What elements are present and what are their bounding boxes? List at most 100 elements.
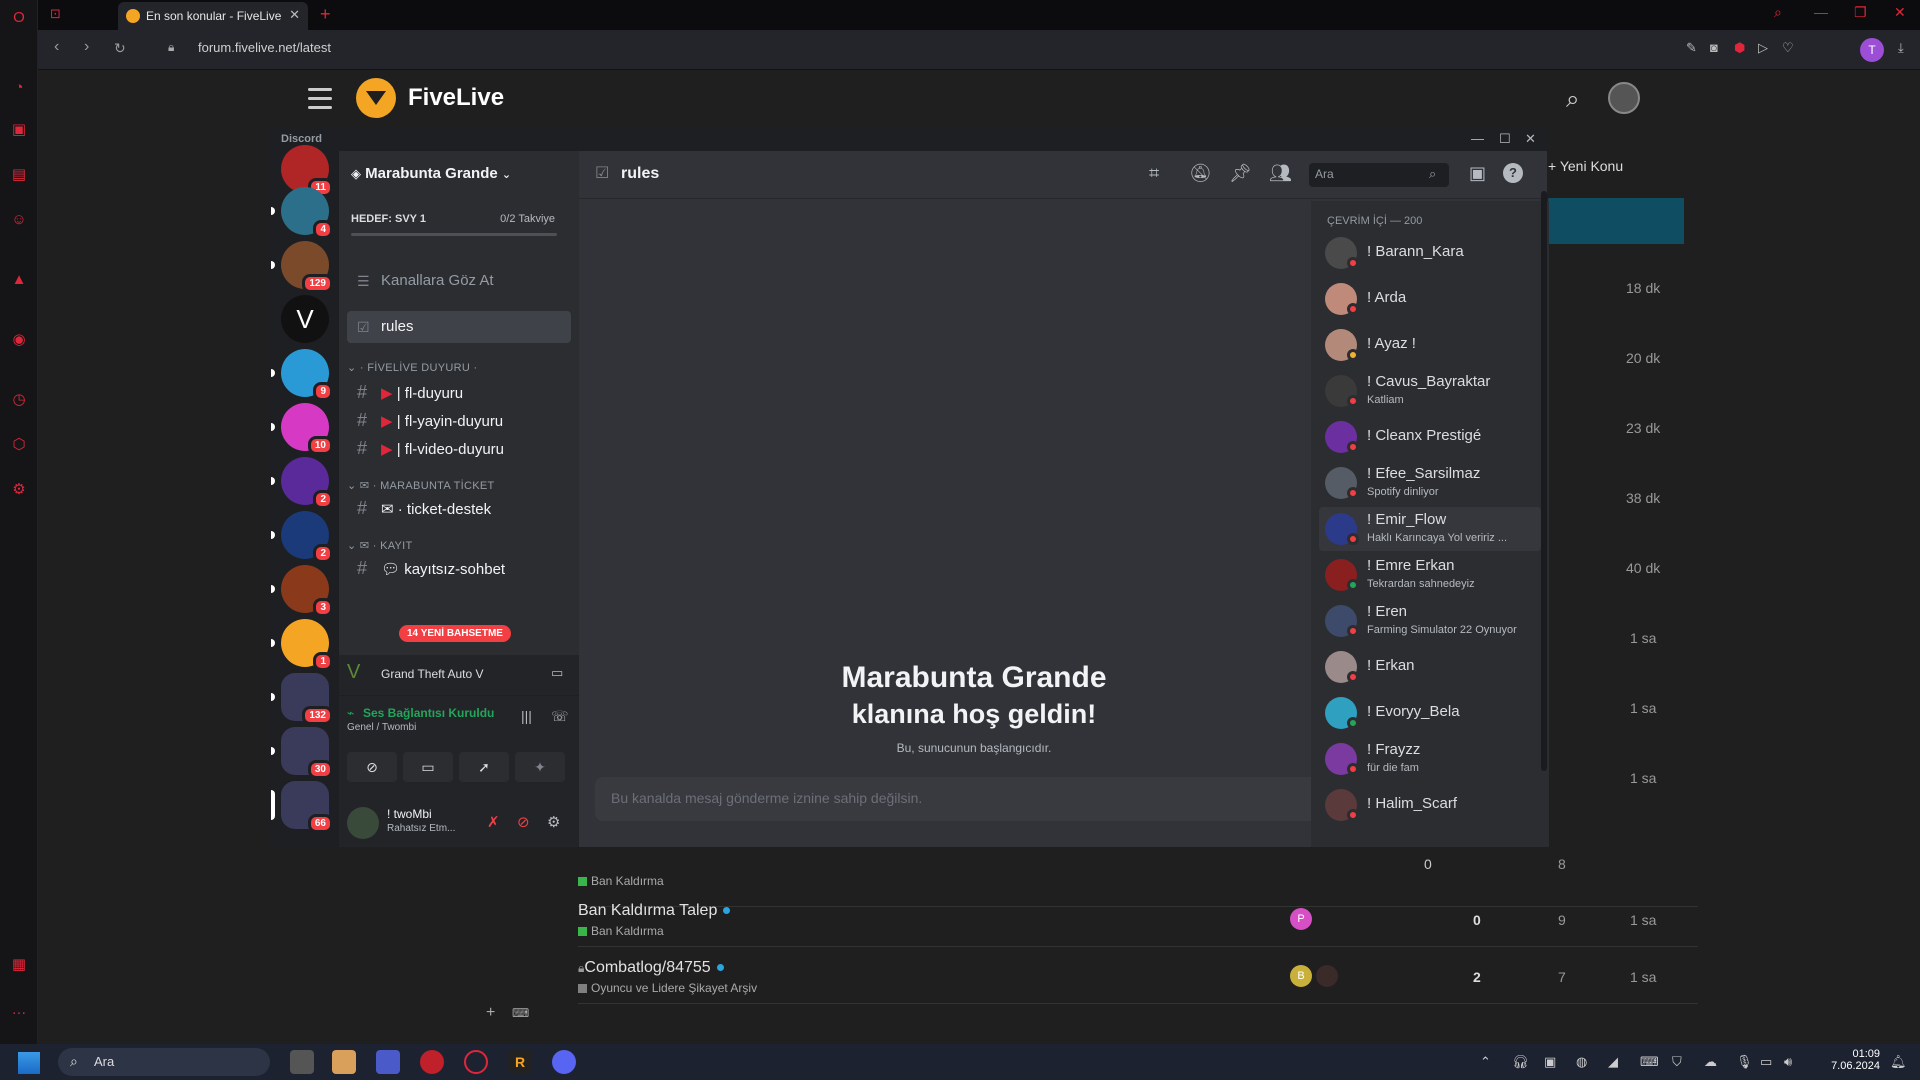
topic-category[interactable]: Ban Kaldırma xyxy=(578,924,664,938)
member-row[interactable]: ! Emre Erkan Tekrardan sahnedeyiz xyxy=(1319,553,1541,597)
user-name[interactable]: ! twoMbi xyxy=(387,807,432,821)
game-activity[interactable]: V Grand Theft Auto V ▭ xyxy=(339,655,579,695)
screen-share-button[interactable]: ▭ xyxy=(403,752,453,782)
search-tabs-icon[interactable]: ⌕ xyxy=(1774,4,1782,21)
onedrive-icon[interactable]: ☁ xyxy=(1704,1054,1717,1070)
app-icon[interactable] xyxy=(420,1050,444,1074)
scrollbar[interactable] xyxy=(1541,191,1547,771)
teams-tray-icon[interactable]: ▣ xyxy=(1544,1054,1556,1070)
bag-icon[interactable]: ▣ xyxy=(9,120,29,140)
add-icon[interactable]: + xyxy=(486,1004,495,1022)
reload-icon[interactable]: ↻ xyxy=(114,40,126,57)
volume-icon[interactable]: 🔊︎ xyxy=(1784,1054,1792,1070)
message-input[interactable]: Bu kanalda mesaj gönderme iznine sahip d… xyxy=(595,777,1353,821)
steam-icon[interactable]: ◍ xyxy=(1576,1054,1587,1070)
discord-sidebar-icon[interactable]: ☺ xyxy=(9,210,29,230)
close-tab-icon[interactable]: ✕ xyxy=(289,7,300,23)
poster-avatar[interactable]: B xyxy=(1290,965,1312,987)
server-icon[interactable]: 3 xyxy=(271,565,333,617)
lock-icon[interactable]: 🔒︎ xyxy=(168,40,174,55)
member-row[interactable]: ! Halim_Scarf xyxy=(1319,783,1541,827)
taskbar-search[interactable]: ⌕ Ara xyxy=(58,1048,270,1076)
browse-channels[interactable]: ☰ Kanallara Göz At xyxy=(347,265,571,297)
member-row[interactable]: ! Evoryy_Bela xyxy=(1319,691,1541,735)
pin-icon[interactable]: 📌︎ xyxy=(1229,163,1252,184)
rockstar-icon[interactable]: R xyxy=(508,1050,532,1074)
member-row[interactable]: ! Frayzz für die fam xyxy=(1319,737,1541,781)
soundboard-button[interactable]: ✦ xyxy=(515,752,565,782)
member-list-icon[interactable]: 👥︎ xyxy=(1269,163,1292,184)
twitch-icon[interactable]: ▤ xyxy=(9,165,29,185)
player-icon[interactable]: ◉ xyxy=(9,330,29,350)
defender-icon[interactable]: ⛉ xyxy=(1672,1054,1682,1070)
channel-kayitsiz-sohbet[interactable]: # 💬︎ kayıtsız-sohbet xyxy=(347,553,571,585)
video-off-button[interactable]: ⊘ xyxy=(347,752,397,782)
disconnect-icon[interactable]: ☏ xyxy=(551,708,569,725)
category-ticket[interactable]: ⌄ ✉ · MARABUNTA TİCKET xyxy=(347,479,495,492)
mic-icon[interactable]: 🎙︎ xyxy=(1736,1054,1753,1070)
minimize-icon[interactable]: — xyxy=(1814,4,1828,20)
channel-ticket-destek[interactable]: # ✉ · ticket-destek xyxy=(347,493,571,525)
user-avatar[interactable] xyxy=(347,807,379,839)
member-row[interactable]: ! Cleanx Prestigé xyxy=(1319,415,1541,459)
gx-icon[interactable]: ▲ xyxy=(9,270,29,290)
server-icon[interactable]: 129 xyxy=(271,241,333,293)
help-icon[interactable]: ? xyxy=(1503,163,1523,183)
discord-icon[interactable] xyxy=(552,1050,576,1074)
noise-icon[interactable]: ||| xyxy=(521,708,532,724)
minimize-icon[interactable]: — xyxy=(1471,131,1484,146)
member-row[interactable]: ! Arda xyxy=(1319,277,1541,321)
url-field[interactable]: forum.fivelive.net/latest xyxy=(198,40,331,55)
topic-title[interactable]: 🔒︎Combatlog/84755 xyxy=(578,959,724,977)
server-icon[interactable]: 10 xyxy=(271,403,333,455)
maximize-icon[interactable]: ☐ xyxy=(1499,131,1511,147)
settings-icon[interactable]: ⚙ xyxy=(9,480,29,500)
back-icon[interactable]: ‹ xyxy=(54,38,59,56)
server-icon[interactable]: 9 xyxy=(271,349,333,401)
hamburger-icon[interactable] xyxy=(308,88,332,110)
voice-channel[interactable]: Genel / Twombi xyxy=(347,722,416,733)
more-icon[interactable]: … xyxy=(9,1000,29,1020)
server-icon[interactable]: V xyxy=(281,295,329,343)
poster-avatar[interactable]: P xyxy=(1290,908,1312,930)
topic-title[interactable]: Ban Kaldırma Talep xyxy=(578,902,731,920)
search-icon[interactable]: ⌕ xyxy=(1566,86,1579,114)
tab-menu-icon[interactable]: ⊡ xyxy=(50,6,61,22)
extensions-icon[interactable]: ⬡ xyxy=(9,435,29,455)
new-tab-icon[interactable]: + xyxy=(320,4,331,25)
notification-icon[interactable]: 🔔︎ xyxy=(1890,1054,1907,1070)
restore-icon[interactable]: ❐ xyxy=(1854,4,1867,21)
member-row[interactable]: ! Emir_Flow Haklı Karıncaya Yol veririz .… xyxy=(1319,507,1541,551)
keyboard-icon[interactable]: ⌨ xyxy=(512,1006,529,1020)
new-mentions-badge[interactable]: 14 YENİ BAHSETME xyxy=(399,625,511,642)
site-name[interactable]: FiveLive xyxy=(408,84,504,112)
nvidia-icon[interactable]: ◢ xyxy=(1608,1054,1618,1070)
member-row[interactable]: ! Eren Farming Simulator 22 Oynuyor xyxy=(1319,599,1541,643)
member-row[interactable]: ! Efee_Sarsilmaz Spotify dinliyor xyxy=(1319,461,1541,505)
member-row[interactable]: ! Barann_Kara xyxy=(1319,231,1541,275)
member-row[interactable]: ! Cavus_Bayraktar Katliam xyxy=(1319,369,1541,413)
member-row[interactable]: ! Ayaz ! xyxy=(1319,323,1541,367)
user-avatar[interactable] xyxy=(1608,82,1640,114)
weather-icon[interactable] xyxy=(332,1050,356,1074)
download-icon[interactable]: ⤓ xyxy=(1898,40,1904,56)
clock[interactable]: 01:09 7.06.2024 xyxy=(1808,1048,1880,1072)
heart-icon[interactable]: ♡ xyxy=(1782,40,1794,56)
server-icon[interactable]: 11 xyxy=(281,145,333,197)
member-row[interactable]: ! Erkan xyxy=(1319,645,1541,689)
channel-rules[interactable]: ☑ rules xyxy=(347,311,571,343)
opera-logo-icon[interactable]: O xyxy=(9,8,29,28)
boost-goal[interactable]: HEDEF: SVY 1 0/2 Takviye xyxy=(351,213,567,225)
channel-fl-video-duyuru[interactable]: # ▶︎ | fl-video-duyuru xyxy=(347,433,571,465)
server-icon[interactable]: 2 xyxy=(271,457,333,509)
category-duyuru[interactable]: ⌄ · FİVELİVE DUYURU · xyxy=(347,361,477,374)
activity-button[interactable]: ➚ xyxy=(459,752,509,782)
settings-gear-icon[interactable]: ⚙ xyxy=(547,813,560,831)
browser-tab[interactable]: En son konular - FiveLive ✕ xyxy=(118,2,308,30)
threads-icon[interactable]: ⌗ xyxy=(1149,163,1159,184)
server-icon[interactable]: 4 xyxy=(271,187,333,239)
server-folder[interactable]: 66 xyxy=(271,781,333,833)
close-window-icon[interactable]: ✕ xyxy=(1894,4,1906,21)
task-view-icon[interactable] xyxy=(290,1050,314,1074)
server-icon[interactable]: 2 xyxy=(271,511,333,563)
